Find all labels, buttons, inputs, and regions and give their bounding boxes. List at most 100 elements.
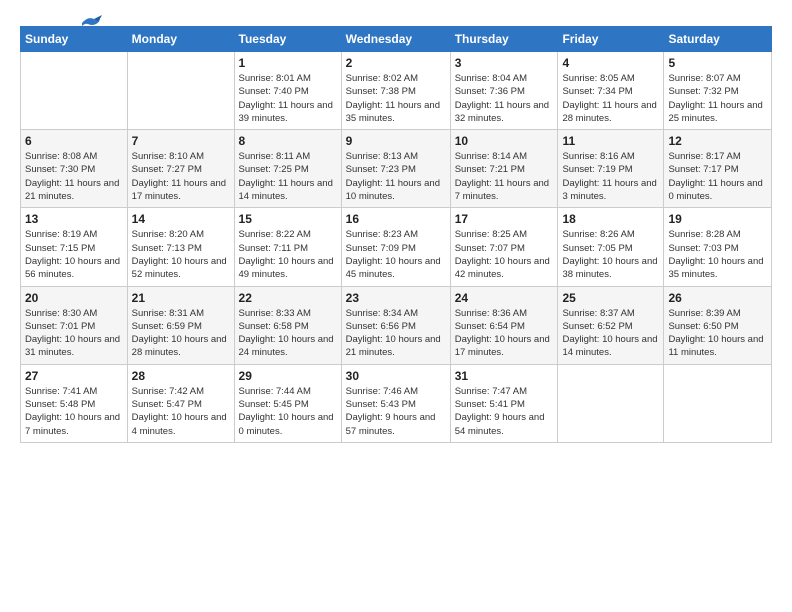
weekday-header-monday: Monday [127,27,234,52]
day-number: 13 [25,212,123,226]
day-info: Sunrise: 8:05 AM Sunset: 7:34 PM Dayligh… [562,72,659,125]
calendar-cell [127,52,234,130]
calendar-cell: 10 Sunrise: 8:14 AM Sunset: 7:21 PM Dayli… [450,130,558,208]
day-number: 16 [346,212,446,226]
calendar-header-row: SundayMondayTuesdayWednesdayThursdayFrid… [21,27,772,52]
calendar-cell: 7Sunrise: 8:10 AM Sunset: 7:27 PM Daylig… [127,130,234,208]
day-info: Sunrise: 7:42 AM Sunset: 5:47 PM Dayligh… [132,385,230,438]
day-info: Sunrise: 8:30 AM Sunset: 7:01 PM Dayligh… [25,307,123,360]
day-info: Sunrise: 8:14 AM Sunset: 7:21 PM Dayligh… [455,150,554,203]
day-number: 23 [346,291,446,305]
calendar-cell: 21 Sunrise: 8:31 AM Sunset: 6:59 PM Dayli… [127,286,234,364]
day-number: 5 [668,56,767,70]
day-info: Sunrise: 8:26 AM Sunset: 7:05 PM Dayligh… [562,228,659,281]
weekday-header-saturday: Saturday [664,27,772,52]
calendar-cell: 24 Sunrise: 8:36 AM Sunset: 6:54 PM Dayli… [450,286,558,364]
day-number: 25 [562,291,659,305]
day-info: Sunrise: 8:01 AM Sunset: 7:40 PM Dayligh… [239,72,337,125]
calendar-cell: 6Sunrise: 8:08 AM Sunset: 7:30 PM Daylig… [21,130,128,208]
day-info: Sunrise: 8:22 AM Sunset: 7:11 PM Dayligh… [239,228,337,281]
calendar-cell: 29 Sunrise: 7:44 AM Sunset: 5:45 PM Dayli… [234,364,341,442]
calendar-cell: 5Sunrise: 8:07 AM Sunset: 7:32 PM Daylig… [664,52,772,130]
calendar-cell: 20 Sunrise: 8:30 AM Sunset: 7:01 PM Dayli… [21,286,128,364]
day-number: 10 [455,134,554,148]
day-number: 2 [346,56,446,70]
day-info: Sunrise: 8:16 AM Sunset: 7:19 PM Dayligh… [562,150,659,203]
calendar-week-row: 27 Sunrise: 7:41 AM Sunset: 5:48 PM Dayli… [21,364,772,442]
day-number: 3 [455,56,554,70]
calendar-cell: 22 Sunrise: 8:33 AM Sunset: 6:58 PM Dayli… [234,286,341,364]
day-info: Sunrise: 8:17 AM Sunset: 7:17 PM Dayligh… [668,150,767,203]
day-info: Sunrise: 8:04 AM Sunset: 7:36 PM Dayligh… [455,72,554,125]
weekday-header-wednesday: Wednesday [341,27,450,52]
day-number: 20 [25,291,123,305]
calendar-week-row: 1 Sunrise: 8:01 AM Sunset: 7:40 PM Daylig… [21,52,772,130]
calendar-cell: 8Sunrise: 8:11 AM Sunset: 7:25 PM Daylig… [234,130,341,208]
day-number: 17 [455,212,554,226]
day-number: 31 [455,369,554,383]
calendar-cell [664,364,772,442]
day-number: 29 [239,369,337,383]
calendar-week-row: 13Sunrise: 8:19 AM Sunset: 7:15 PM Dayli… [21,208,772,286]
day-number: 19 [668,212,767,226]
day-info: Sunrise: 7:46 AM Sunset: 5:43 PM Dayligh… [346,385,446,438]
calendar-cell: 2 Sunrise: 8:02 AM Sunset: 7:38 PM Daylig… [341,52,450,130]
calendar-table: SundayMondayTuesdayWednesdayThursdayFrid… [20,26,772,443]
day-number: 7 [132,134,230,148]
day-info: Sunrise: 7:47 AM Sunset: 5:41 PM Dayligh… [455,385,554,438]
day-info: Sunrise: 8:23 AM Sunset: 7:09 PM Dayligh… [346,228,446,281]
calendar-week-row: 6Sunrise: 8:08 AM Sunset: 7:30 PM Daylig… [21,130,772,208]
calendar-cell: 14Sunrise: 8:20 AM Sunset: 7:13 PM Dayli… [127,208,234,286]
day-info: Sunrise: 7:44 AM Sunset: 5:45 PM Dayligh… [239,385,337,438]
calendar-cell: 26Sunrise: 8:39 AM Sunset: 6:50 PM Dayli… [664,286,772,364]
day-info: Sunrise: 7:41 AM Sunset: 5:48 PM Dayligh… [25,385,123,438]
day-number: 11 [562,134,659,148]
calendar-cell [21,52,128,130]
calendar-cell: 16 Sunrise: 8:23 AM Sunset: 7:09 PM Dayli… [341,208,450,286]
calendar-cell: 12 Sunrise: 8:17 AM Sunset: 7:17 PM Dayli… [664,130,772,208]
calendar-cell: 27 Sunrise: 7:41 AM Sunset: 5:48 PM Dayli… [21,364,128,442]
day-number: 8 [239,134,337,148]
calendar-cell: 13Sunrise: 8:19 AM Sunset: 7:15 PM Dayli… [21,208,128,286]
day-number: 30 [346,369,446,383]
day-info: Sunrise: 8:13 AM Sunset: 7:23 PM Dayligh… [346,150,446,203]
calendar-cell: 17Sunrise: 8:25 AM Sunset: 7:07 PM Dayli… [450,208,558,286]
calendar-cell: 18 Sunrise: 8:26 AM Sunset: 7:05 PM Dayli… [558,208,664,286]
calendar-cell: 23 Sunrise: 8:34 AM Sunset: 6:56 PM Dayli… [341,286,450,364]
day-info: Sunrise: 8:37 AM Sunset: 6:52 PM Dayligh… [562,307,659,360]
day-number: 1 [239,56,337,70]
day-number: 24 [455,291,554,305]
day-number: 26 [668,291,767,305]
day-number: 12 [668,134,767,148]
day-number: 28 [132,369,230,383]
page-header [20,16,772,18]
day-number: 27 [25,369,123,383]
day-info: Sunrise: 8:20 AM Sunset: 7:13 PM Dayligh… [132,228,230,281]
day-info: Sunrise: 8:34 AM Sunset: 6:56 PM Dayligh… [346,307,446,360]
day-number: 15 [239,212,337,226]
calendar-week-row: 20 Sunrise: 8:30 AM Sunset: 7:01 PM Dayli… [21,286,772,364]
day-info: Sunrise: 8:02 AM Sunset: 7:38 PM Dayligh… [346,72,446,125]
weekday-header-tuesday: Tuesday [234,27,341,52]
day-number: 9 [346,134,446,148]
weekday-header-sunday: Sunday [21,27,128,52]
calendar-cell: 25 Sunrise: 8:37 AM Sunset: 6:52 PM Dayli… [558,286,664,364]
day-number: 4 [562,56,659,70]
calendar-cell: 1 Sunrise: 8:01 AM Sunset: 7:40 PM Daylig… [234,52,341,130]
calendar-cell: 11 Sunrise: 8:16 AM Sunset: 7:19 PM Dayli… [558,130,664,208]
day-number: 22 [239,291,337,305]
logo-bird-icon [80,14,102,32]
day-number: 18 [562,212,659,226]
calendar-cell: 30 Sunrise: 7:46 AM Sunset: 5:43 PM Dayli… [341,364,450,442]
day-info: Sunrise: 8:31 AM Sunset: 6:59 PM Dayligh… [132,307,230,360]
calendar-cell: 28 Sunrise: 7:42 AM Sunset: 5:47 PM Dayli… [127,364,234,442]
calendar-cell [558,364,664,442]
calendar-cell: 19Sunrise: 8:28 AM Sunset: 7:03 PM Dayli… [664,208,772,286]
day-info: Sunrise: 8:36 AM Sunset: 6:54 PM Dayligh… [455,307,554,360]
day-info: Sunrise: 8:33 AM Sunset: 6:58 PM Dayligh… [239,307,337,360]
day-number: 6 [25,134,123,148]
weekday-header-thursday: Thursday [450,27,558,52]
calendar-cell: 4 Sunrise: 8:05 AM Sunset: 7:34 PM Daylig… [558,52,664,130]
day-number: 21 [132,291,230,305]
weekday-header-friday: Friday [558,27,664,52]
